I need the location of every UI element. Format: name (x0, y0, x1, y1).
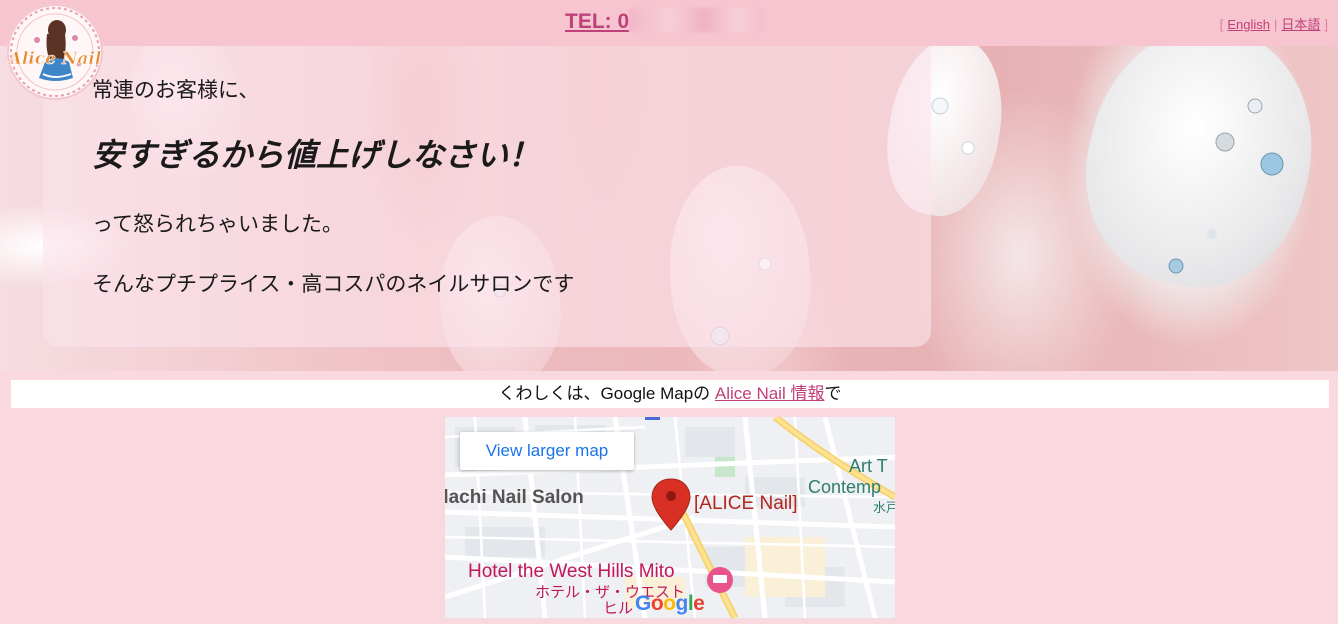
separator: | (1273, 17, 1278, 32)
lang-english-link[interactable]: English (1227, 17, 1270, 32)
map-label-contemporary: Contemp (808, 477, 882, 497)
map-label-mito: 水戸 (873, 500, 895, 515)
map-label-nail-salon: dachi Nail Salon (445, 487, 584, 508)
site-logo[interactable]: Alice Nail (6, 4, 103, 100)
hero-headline: 安すぎるから値上げしなさい！ (92, 136, 541, 174)
lang-japanese-link[interactable]: 日本語 (1281, 17, 1320, 32)
alice-nail-info-link[interactable]: Alice Nail 情報 (715, 384, 825, 403)
view-larger-map-button[interactable]: View larger map (460, 432, 634, 470)
phone-label: TEL: 0 (565, 10, 630, 33)
google-logo: Google (635, 592, 705, 615)
phone-link[interactable]: TEL: 0 (565, 8, 766, 34)
map-label-art-tower: Art T (849, 456, 888, 476)
language-switcher: [English | 日本語] (1216, 14, 1332, 33)
info-suffix: で (824, 384, 842, 403)
top-bar: TEL: 0 [English | 日本語] (0, 0, 1338, 46)
hero-follow-text: って怒られちゃいました。 (92, 212, 343, 236)
map-label-hills-jp: ヒル (603, 600, 634, 617)
map-info-bar: くわしくは、Google Mapの Alice Nail 情報で (11, 380, 1329, 408)
hero-tagline: そんなプチプライス・高コスパのネイルサロンです (92, 272, 575, 296)
bracket-open: [ (1219, 17, 1224, 32)
logo-text: Alice Nail (7, 49, 102, 69)
info-prefix: くわしくは、Google Mapの (498, 384, 715, 403)
bracket-close: ] (1324, 17, 1328, 32)
hero-intro-text: 常連のお客様に、 (92, 78, 260, 102)
map-label-alice-nail: [ALICE Nail] (694, 493, 798, 514)
phone-number-redacted (629, 8, 766, 32)
hero-banner: 常連のお客様に、 安すぎるから値上げしなさい！ って怒られちゃいました。 そんな… (0, 46, 1338, 371)
map-label-hotel: Hotel the West Hills Mito (468, 561, 675, 582)
google-map-embed[interactable]: View larger map dachi Nail Salon [ALICE … (445, 417, 895, 618)
logo-graphic: Alice Nail (6, 7, 102, 97)
